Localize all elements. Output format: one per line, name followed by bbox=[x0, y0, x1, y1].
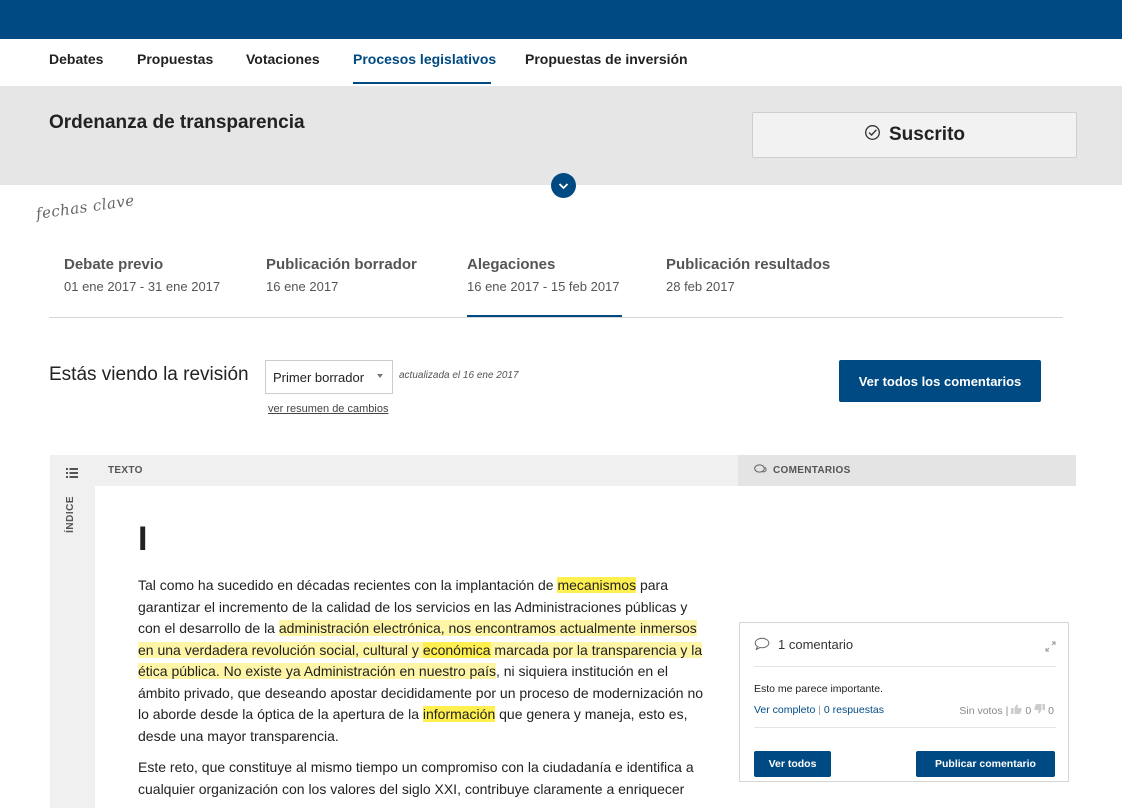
main-navigation: Debates Propuestas Votaciones Procesos l… bbox=[0, 39, 1122, 86]
phase-alegaciones[interactable]: Alegaciones 16 ene 2017 - 15 feb 2017 bbox=[467, 256, 620, 294]
annotated-text[interactable]: económica bbox=[422, 641, 491, 658]
phase-debate-previo[interactable]: Debate previo 01 ene 2017 - 31 ene 2017 bbox=[64, 256, 220, 294]
expand-header-toggle[interactable] bbox=[551, 173, 576, 198]
caret-down-icon bbox=[377, 374, 383, 378]
top-bar bbox=[0, 0, 1122, 39]
comment-divider bbox=[754, 727, 1056, 728]
phase-name: Publicación resultados bbox=[666, 256, 831, 273]
nav-propuestas[interactable]: Propuestas bbox=[137, 51, 213, 67]
subscribe-button[interactable]: Suscrito bbox=[752, 112, 1077, 158]
comment-count: 1 comentario bbox=[778, 637, 854, 652]
page-title: Ordenanza de transparencia bbox=[49, 112, 305, 133]
view-all-comments-button[interactable]: Ver todos los comentarios bbox=[839, 360, 1041, 402]
paragraph-2: Este reto, que constituye al mismo tiemp… bbox=[138, 759, 694, 797]
nav-procesos-legislativos[interactable]: Procesos legislativos bbox=[353, 51, 496, 67]
index-label: ÍNDICE bbox=[65, 496, 76, 533]
nav-propuestas-inversion[interactable]: Propuestas de inversión bbox=[525, 51, 688, 67]
comment-card-header: 1 comentario bbox=[754, 637, 1056, 667]
votes-separator: | bbox=[1005, 704, 1009, 717]
check-circle-icon bbox=[864, 124, 881, 146]
changes-summary-link[interactable]: ver resumen de cambios bbox=[268, 403, 388, 415]
key-dates-title: fechas clave bbox=[34, 191, 136, 223]
nav-debates[interactable]: Debates bbox=[49, 51, 103, 67]
annotated-text[interactable]: mecanismos bbox=[557, 577, 637, 593]
chevron-down-icon bbox=[558, 177, 569, 195]
revision-bar: Estás viendo la revisión Primer borrador… bbox=[49, 360, 1049, 420]
text-segment: Tal como ha sucedido en décadas reciente… bbox=[138, 577, 558, 593]
phase-name: Alegaciones bbox=[467, 256, 556, 273]
expand-diagonal-icon[interactable] bbox=[1045, 639, 1056, 657]
comments-column-header: COMENTARIOS bbox=[738, 455, 1076, 486]
revision-select[interactable]: Primer borrador bbox=[265, 360, 393, 394]
process-header: Ordenanza de transparencia Suscrito bbox=[0, 86, 1122, 198]
thumbs-up-icon[interactable] bbox=[1011, 704, 1023, 717]
comment-card: 1 comentario Esto me parece importante. … bbox=[739, 622, 1069, 782]
comment-votes: Sin votos | 0 0 bbox=[959, 704, 1054, 717]
legislation-text: I Tal como ha sucedido en décadas recien… bbox=[138, 520, 713, 808]
content-header: TEXTO COMENTARIOS bbox=[50, 455, 1076, 486]
paragraph-1: Tal como ha sucedido en décadas reciente… bbox=[138, 575, 713, 747]
phase-dates: 16 ene 2017 - 15 feb 2017 bbox=[467, 279, 620, 294]
publish-comment-button[interactable]: Publicar comentario bbox=[916, 751, 1055, 777]
index-sidebar-toggle[interactable]: ÍNDICE bbox=[50, 486, 95, 808]
phase-active-indicator bbox=[467, 315, 622, 317]
nav-votaciones[interactable]: Votaciones bbox=[246, 51, 320, 67]
phase-dates: 16 ene 2017 bbox=[266, 279, 339, 294]
comments-header-label: COMENTARIOS bbox=[773, 465, 851, 476]
phase-publicacion-borrador[interactable]: Publicación borrador 16 ene 2017 bbox=[266, 256, 417, 294]
revision-updated-date: actualizada el 16 ene 2017 bbox=[399, 370, 519, 381]
replies-link[interactable]: 0 respuestas bbox=[824, 704, 884, 716]
comment-links: Ver completo | 0 respuestas bbox=[754, 704, 884, 716]
text-column-header: TEXTO bbox=[108, 465, 143, 476]
link-separator: | bbox=[818, 704, 821, 716]
section-heading: I bbox=[138, 520, 148, 558]
phase-name: Publicación borrador bbox=[266, 256, 417, 273]
comments-icon bbox=[754, 462, 767, 480]
phase-name: Debate previo bbox=[64, 256, 164, 273]
annotated-text[interactable]: información bbox=[422, 706, 496, 722]
likes-count: 0 bbox=[1025, 704, 1032, 717]
phase-dates: 01 ene 2017 - 31 ene 2017 bbox=[64, 279, 221, 294]
subscribe-label: Suscrito bbox=[888, 124, 966, 145]
view-full-comment-link[interactable]: Ver completo bbox=[754, 704, 815, 716]
comment-body: Esto me parece importante. bbox=[754, 683, 883, 695]
votes-label: Sin votos bbox=[959, 704, 1003, 717]
phase-publicacion-resultados[interactable]: Publicación resultados 28 feb 2017 bbox=[666, 256, 830, 294]
dislikes-count: 0 bbox=[1048, 704, 1054, 717]
revision-label: Estás viendo la revisión bbox=[49, 364, 249, 385]
list-icon[interactable] bbox=[66, 465, 78, 483]
phase-dates: 28 feb 2017 bbox=[666, 279, 735, 294]
phases-tabs: Debate previo 01 ene 2017 - 31 ene 2017 … bbox=[49, 256, 1063, 318]
revision-selected-value: Primer borrador bbox=[273, 369, 365, 385]
nav-active-indicator bbox=[353, 82, 491, 84]
thumbs-down-icon[interactable] bbox=[1034, 704, 1046, 717]
view-all-button[interactable]: Ver todos bbox=[754, 751, 831, 777]
speech-bubble-icon bbox=[754, 637, 770, 655]
